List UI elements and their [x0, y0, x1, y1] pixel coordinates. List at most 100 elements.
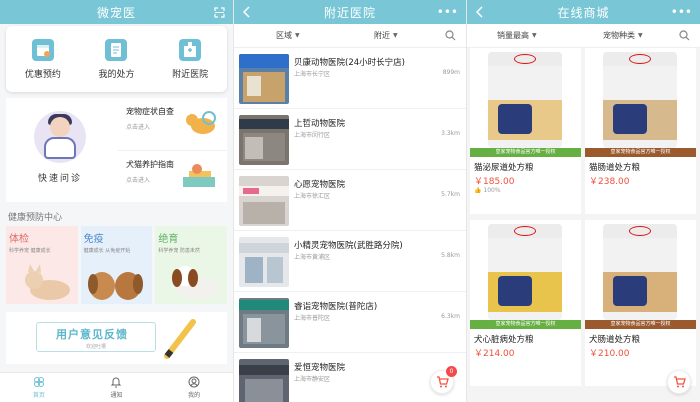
app-screens: 微宠医 优惠预约 我的处方 附近医院 快速问诊 宠物症状自查 点击进入 犬猫养护…: [0, 0, 700, 402]
filter-area[interactable]: 区域 ▼: [276, 30, 300, 41]
shop-filter-bar: 销量最高 ▼ 宠物种类 ▼: [467, 24, 700, 48]
quick-label: 附近医院: [172, 69, 209, 80]
clinic-item[interactable]: 贝康动物医院(24小时长宁店) 上海市长宁区 899m: [234, 48, 466, 109]
product-ribbon: 皇家宠物食品官方唯一授权: [585, 320, 696, 329]
tile-title: 绝育: [158, 234, 179, 245]
product-image: [488, 224, 562, 320]
caret-down-icon: ▼: [295, 32, 300, 39]
filter-nearby[interactable]: 附近 ▼: [374, 30, 398, 41]
cart-icon: [673, 376, 686, 388]
clinic-address: 上海市长宁区: [294, 71, 331, 78]
tile-vaccine[interactable]: 免疫 健康成长 从免疫开始: [80, 226, 153, 304]
search-icon[interactable]: [679, 30, 690, 43]
product-image: [603, 224, 677, 320]
back-icon[interactable]: [242, 0, 250, 24]
caret-down-icon: ▼: [393, 32, 398, 39]
clinic-name: 睿诣宠物医院(普陀店): [294, 302, 378, 312]
symptom-check-link[interactable]: 宠物症状自查 点击进入: [118, 98, 227, 150]
tab-label: 通知: [110, 392, 123, 399]
tile-checkup[interactable]: 体检 科学养宠 健康成长: [6, 226, 78, 304]
quick-actions: 优惠预约 我的处方 附近医院: [6, 26, 227, 92]
quick-appointment[interactable]: 优惠预约: [24, 38, 61, 80]
caret-down-icon: ▼: [638, 32, 643, 39]
tab-mine[interactable]: 我的: [188, 376, 200, 399]
clinic-photo: [239, 237, 289, 287]
quick-prescription[interactable]: 我的处方: [98, 38, 135, 80]
tile-sub: 健康成长 从免疫开始: [83, 248, 131, 254]
filter-sales[interactable]: 销量最高 ▼: [497, 30, 537, 41]
product-card[interactable]: 皇家宠物食品官方唯一授权 猫肠道处方粮 ￥238.00: [585, 48, 696, 214]
hospital-topbar: 附近医院 •••: [234, 0, 466, 24]
tile-sub: 科学养宠 防患未然: [158, 248, 200, 254]
book-icon: [183, 164, 215, 187]
page-title: 微宠医: [96, 5, 136, 20]
more-icon[interactable]: •••: [437, 0, 458, 24]
cart-button[interactable]: 0: [430, 366, 457, 394]
tab-home[interactable]: 首页: [33, 376, 45, 399]
feedback-banner[interactable]: 用户意见反馈 欢迎吐槽: [6, 312, 227, 364]
nearby-hospital-screen: 附近医院 ••• 区域 ▼ 附近 ▼ 贝康动物医院(24小时长宁店) 上海市长宁…: [233, 0, 466, 402]
product-price: ￥185.00: [474, 177, 515, 187]
quick-label: 我的处方: [98, 69, 135, 80]
dog-icon: [186, 111, 216, 134]
product-card[interactable]: 皇家宠物食品官方唯一授权 犬心脏病处方粮 ￥214.00: [470, 220, 581, 386]
clinic-distance: 5.7km: [441, 191, 460, 198]
caret-down-icon: ▼: [532, 32, 537, 39]
banner-text: 用户意见反馈: [56, 328, 128, 341]
cart-button[interactable]: [667, 370, 691, 394]
tile-neuter[interactable]: 绝育 科学养宠 防患未然: [155, 226, 228, 304]
puppies-icon: [88, 272, 144, 300]
clinic-distance: 899m: [442, 69, 460, 76]
tile-title: 免疫: [83, 234, 104, 245]
clinic-item[interactable]: 心愿宠物医院 上海市徐汇区 5.7km: [234, 170, 466, 231]
clinic-photo: [239, 115, 289, 165]
care-guide-link[interactable]: 犬猫养护指南 点击进入: [118, 150, 227, 202]
product-name: 犬心脏病处方粮: [474, 335, 534, 345]
tab-notify[interactable]: 通知: [110, 376, 122, 399]
product-card[interactable]: 皇家宠物食品官方唯一授权 犬肠道处方粮 ￥210.00: [585, 220, 696, 386]
section-title: 健康预防中心: [8, 213, 63, 223]
consult-links: 宠物症状自查 点击进入 犬猫养护指南 点击进入: [118, 98, 227, 202]
scan-icon[interactable]: [214, 0, 225, 24]
clinic-photo: [239, 298, 289, 348]
filter-label: 销量最高: [497, 31, 529, 40]
shop-screen: 在线商城 ••• 销量最高 ▼ 宠物种类 ▼ 皇家宠物食品官方唯一授权 猫泌尿道…: [466, 0, 700, 402]
quick-nearby-hospital[interactable]: 附近医院: [172, 38, 209, 80]
cart-icon: [436, 376, 449, 388]
product-name: 犬肠道处方粮: [589, 335, 641, 345]
filter-label: 区域: [276, 31, 292, 40]
clinic-photo: [239, 176, 289, 226]
search-icon[interactable]: [445, 30, 456, 43]
product-image: [603, 52, 677, 148]
home-screen: 微宠医 优惠预约 我的处方 附近医院 快速问诊 宠物症状自查 点击进入 犬猫养护…: [0, 0, 233, 402]
clinic-address: 上海市黄浦区: [294, 254, 331, 261]
filter-label: 宠物种类: [603, 31, 635, 40]
clinic-address: 上海市徐汇区: [294, 193, 331, 200]
shop-topbar: 在线商城 •••: [467, 0, 700, 24]
back-icon[interactable]: [475, 0, 483, 24]
clinic-name: 爱恒宠物医院: [294, 363, 346, 373]
quick-label: 优惠预约: [24, 69, 61, 80]
clinic-item[interactable]: 小精灵宠物医院(武胜路分院) 上海市黄浦区 5.8km: [234, 231, 466, 292]
clinic-address: 上海市闵行区: [294, 132, 331, 139]
product-card[interactable]: 皇家宠物食品官方唯一授权 猫泌尿道处方粮 ￥185.00 👍 100%: [470, 48, 581, 214]
clinic-item[interactable]: 上哲动物医院 上海市闵行区 3.3km: [234, 109, 466, 170]
consult-label: 快速问诊: [37, 173, 82, 184]
bottom-tab-bar: 首页 通知 我的: [0, 372, 233, 402]
user-icon: [188, 376, 200, 388]
clinic-list: 贝康动物医院(24小时长宁店) 上海市长宁区 899m 上哲动物医院 上海市闵行…: [234, 48, 466, 402]
product-price: ￥238.00: [589, 177, 630, 187]
clinic-distance: 3.3km: [441, 130, 460, 137]
clinic-address: 上海市普陀区: [294, 315, 331, 322]
filter-pet-type[interactable]: 宠物种类 ▼: [603, 30, 643, 41]
product-price: ￥214.00: [474, 349, 515, 359]
clinic-item[interactable]: 睿诣宠物医院(普陀店) 上海市普陀区 6.3km: [234, 292, 466, 353]
quick-consult[interactable]: 快速问诊: [6, 98, 114, 202]
hospital-filter-bar: 区域 ▼ 附近 ▼: [234, 24, 466, 48]
clinic-photo: [239, 359, 289, 402]
clinic-address: 上海市静安区: [294, 376, 331, 383]
more-icon[interactable]: •••: [671, 0, 692, 24]
tile-sub: 科学养宠 健康成长: [9, 248, 51, 254]
home-topbar: 微宠医: [0, 0, 233, 24]
product-price: ￥210.00: [589, 349, 630, 359]
